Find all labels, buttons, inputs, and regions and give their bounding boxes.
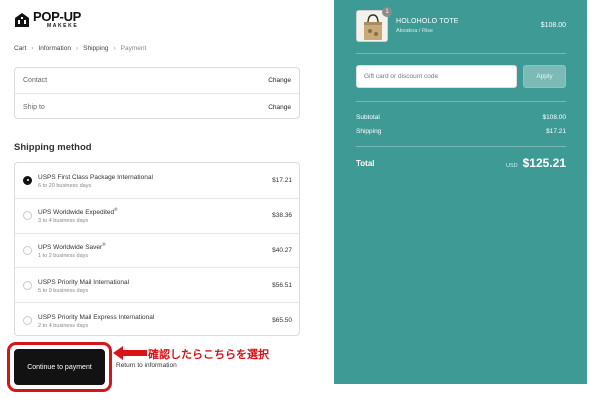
contact-row: Contact Change <box>15 68 299 94</box>
product-variant: Akoakoa / Rise <box>396 28 433 34</box>
store-logo[interactable]: POP-UP MAKEKE <box>14 10 81 29</box>
contact-label: Contact <box>23 77 48 84</box>
breadcrumb-payment: Payment <box>120 45 147 52</box>
shipping-option-name: USPS Priority Mail Express International <box>38 313 155 321</box>
continue-highlight-box: Continue to payment <box>7 342 112 392</box>
shipping-option-name: USPS Priority Mail International <box>38 278 130 286</box>
radio-icon[interactable] <box>23 245 32 255</box>
radio-icon[interactable] <box>23 315 32 325</box>
logo-name: POP-UP <box>33 9 82 24</box>
breadcrumb-separator: › <box>31 45 34 52</box>
product-name: HOLOHOLO TOTE <box>396 18 459 25</box>
red-arrow-icon <box>113 346 147 360</box>
shipping-option-ups-expedited[interactable]: UPS Worldwide Expedited® 3 to 4 business… <box>15 197 299 233</box>
shipping-option-days: 2 to 4 business days <box>38 322 89 329</box>
summary-divider <box>356 53 566 54</box>
shipping-option-days: 3 to 4 business days <box>38 218 89 225</box>
shipping-option-days: 6 to 20 business days <box>38 182 92 189</box>
breadcrumb-information[interactable]: Information <box>38 45 71 52</box>
shipping-methods-list: USPS First Class Package International 6… <box>14 162 300 336</box>
radio-icon[interactable] <box>23 280 32 290</box>
shipping-option-usps-priority[interactable]: USPS Priority Mail International 5 to 9 … <box>15 267 299 302</box>
review-box: Contact Change Ship to Change <box>14 67 300 119</box>
subtotal-row: Subtotal $108.00 <box>356 114 566 121</box>
discount-code-input[interactable] <box>356 65 517 88</box>
total-amount: $125.21 <box>522 156 566 170</box>
product-price: $108.00 <box>540 22 566 29</box>
subtotal-value: $108.00 <box>542 114 567 121</box>
shipping-option-ups-saver[interactable]: UPS Worldwide Saver® 1 to 2 business day… <box>15 232 299 268</box>
contact-change-link[interactable]: Change <box>268 77 291 84</box>
logo-text: POP-UP MAKEKE <box>33 10 81 29</box>
return-to-information-link[interactable]: Return to information <box>116 362 177 369</box>
summary-divider <box>356 101 566 102</box>
shipping-option-days: 1 to 2 business days <box>38 253 89 260</box>
shipping-option-days: 5 to 9 business days <box>38 287 89 294</box>
shipping-option-price: $17.21 <box>272 176 292 184</box>
shipping-option-price: $56.51 <box>272 281 292 289</box>
shipping-cost-row: Shipping $17.21 <box>356 128 566 135</box>
shipping-option-name: UPS Worldwide Expedited® <box>38 207 118 217</box>
total-row: Total USD $125.21 <box>356 156 566 170</box>
total-label: Total <box>356 158 375 168</box>
radio-icon[interactable] <box>23 211 32 221</box>
shipping-option-usps-first-class[interactable]: USPS First Class Package International 6… <box>15 163 299 198</box>
shipping-option-price: $38.36 <box>272 212 292 220</box>
radio-icon[interactable] <box>23 175 32 185</box>
summary-divider <box>356 146 566 147</box>
popup-logo-icon <box>15 12 29 27</box>
checkout-main: POP-UP MAKEKE Cart › Information › Shipp… <box>0 0 334 412</box>
shipping-cost-label: Shipping <box>356 128 382 135</box>
breadcrumb-cart[interactable]: Cart <box>14 45 26 52</box>
quantity-badge: 1 <box>382 7 392 17</box>
total-currency: USD <box>505 163 518 169</box>
apply-discount-button[interactable]: Apply <box>523 65 566 88</box>
shipping-option-price: $40.27 <box>272 246 292 254</box>
shipping-option-price: $65.50 <box>272 316 292 324</box>
breadcrumb: Cart › Information › Shipping › Payment <box>14 45 146 52</box>
shipping-option-name: UPS Worldwide Saver® <box>38 241 106 252</box>
shipping-option-name: USPS First Class Package International <box>38 173 153 181</box>
ship-to-label: Ship to <box>23 103 45 111</box>
annotation-text: 確認したらこちらを選択 <box>148 348 269 361</box>
breadcrumb-separator: › <box>113 45 116 52</box>
shipping-method-heading: Shipping method <box>14 142 92 153</box>
ship-to-row: Ship to Change <box>15 94 299 120</box>
shipping-cost-value: $17.21 <box>546 128 566 135</box>
breadcrumb-separator: › <box>75 45 79 52</box>
order-summary: 1 HOLOHOLO TOTE Akoakoa / Rise $108.00 A… <box>334 0 587 384</box>
breadcrumb-shipping: Shipping <box>83 45 109 52</box>
subtotal-label: Subtotal <box>356 114 380 121</box>
logo-subname: MAKEKE <box>47 23 79 29</box>
continue-to-payment-button[interactable]: Continue to payment <box>14 349 105 385</box>
shipping-option-usps-priority-express[interactable]: USPS Priority Mail Express International… <box>15 302 299 335</box>
ship-to-change-link[interactable]: Change <box>268 104 291 111</box>
